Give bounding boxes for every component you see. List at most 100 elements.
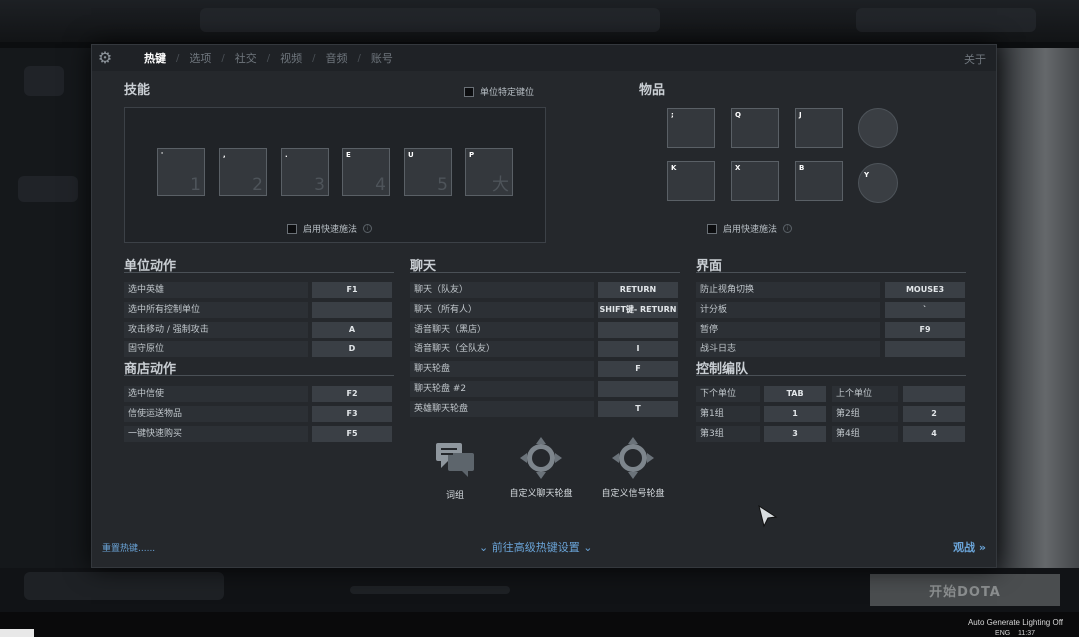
skill-slot-1[interactable]: ' 1 [157, 148, 205, 196]
unit-specific-hotkeys-toggle[interactable]: 单位特定键位 [464, 85, 534, 98]
item-slot-2[interactable]: Q [731, 108, 779, 148]
skill-slot-5[interactable]: U5 [404, 148, 452, 196]
about-link[interactable]: 关于 [964, 51, 986, 67]
item-slot-6[interactable]: B [795, 161, 843, 201]
hotkey-label: 第2组 [832, 406, 898, 422]
item-slot-5[interactable]: X [731, 161, 779, 201]
hotkey-label: 聊天轮盘 [410, 361, 594, 377]
tp-scroll-slot[interactable] [858, 108, 898, 148]
hotkey-key[interactable]: 2 [903, 406, 965, 422]
skill-key: P [469, 151, 475, 159]
background-blob [24, 66, 64, 96]
items-quick-cast-toggle[interactable]: 启用快速施法 i [707, 222, 793, 235]
hotkey-key[interactable]: MOUSE3 [885, 282, 965, 298]
hotkey-key[interactable]: F1 [312, 282, 392, 298]
background-blob [24, 572, 224, 600]
custom-chat-wheel-label: 自定义聊天轮盘 [509, 489, 573, 499]
hotkey-key[interactable]: 3 [764, 426, 826, 442]
hotkey-key[interactable] [598, 381, 678, 397]
tab-options[interactable]: 选项 [179, 50, 221, 66]
reset-hotkeys-link[interactable]: 重置热键...... [102, 541, 155, 554]
phrases-label: 词组 [445, 491, 464, 501]
hotkey-key[interactable]: F5 [312, 426, 392, 442]
items-quick-cast-checkbox[interactable] [707, 223, 717, 234]
hotkey-key[interactable]: RETURN [598, 282, 678, 298]
hotkey-label: 暂停 [696, 322, 880, 338]
hotkey-key[interactable]: A [312, 322, 392, 338]
skill-number: 5 [437, 175, 448, 195]
skill-slot-3[interactable]: .3 [281, 148, 329, 196]
item-slot-3[interactable]: J [795, 108, 843, 148]
skill-number: 3 [314, 175, 325, 195]
neutral-item-key: Y [864, 171, 870, 179]
hotkey-label: 固守原位 [124, 341, 308, 357]
item-key: X [735, 164, 741, 172]
hotkey-key[interactable]: I [598, 341, 678, 357]
section-rule [410, 272, 680, 273]
skills-quick-cast-checkbox[interactable] [287, 223, 297, 234]
hotkey-key[interactable]: F3 [312, 406, 392, 422]
info-icon[interactable]: i [783, 224, 793, 233]
tab-hotkeys[interactable]: 热键 [134, 50, 176, 66]
settings-dialog: ⚙ 热键 / 选项 / 社交 / 视频 / 音频 / 账号 关于 技能 单位特定… [91, 44, 997, 568]
tab-video[interactable]: 视频 [270, 50, 312, 66]
tab-account[interactable]: 账号 [361, 50, 403, 66]
item-slot-4[interactable]: K [667, 161, 715, 201]
hotkey-key[interactable]: SHIFT键- RETURN [598, 302, 678, 318]
skills-title: 技能 [124, 83, 151, 98]
play-dota-button[interactable]: 开始DOTA [870, 574, 1060, 606]
skill-number: 1 [190, 175, 201, 195]
skills-quick-cast-label: 启用快速施法 [303, 225, 358, 235]
gear-icon: ⚙ [97, 48, 113, 67]
skill-number: 4 [375, 175, 386, 195]
skill-number: 2 [252, 175, 263, 195]
phrases-button[interactable]: 词组 [420, 437, 490, 501]
hotkey-key[interactable]: T [598, 401, 678, 417]
chevron-down-icon: ⌄ [583, 541, 593, 554]
item-key: ; [671, 111, 674, 119]
section-rule [124, 375, 394, 376]
neutral-item-slot[interactable]: Y [858, 163, 898, 203]
section-rule [696, 375, 966, 376]
skills-quick-cast-toggle[interactable]: 启用快速施法 i [287, 222, 373, 235]
tab-social[interactable]: 社交 [225, 50, 267, 66]
unit-specific-checkbox[interactable] [464, 86, 474, 97]
hotkey-label: 聊天（所有人） [410, 302, 594, 318]
hotkey-label: 聊天轮盘 #2 [410, 381, 594, 397]
hotkey-key[interactable] [885, 341, 965, 357]
hotkey-key[interactable]: 4 [903, 426, 965, 442]
hotkey-label: 聊天（队友） [410, 282, 594, 298]
hotkey-key[interactable] [903, 386, 965, 402]
hotkey-label: 第4组 [832, 426, 898, 442]
info-icon[interactable]: i [363, 224, 373, 233]
hotkey-key[interactable]: F [598, 361, 678, 377]
tab-audio[interactable]: 音频 [316, 50, 358, 66]
chat-bubble-icon [436, 443, 474, 477]
custom-ping-wheel-button[interactable]: 自定义信号轮盘 [588, 435, 678, 499]
hotkey-key[interactable]: F9 [885, 322, 965, 338]
item-key: Q [735, 111, 741, 119]
hotkey-key[interactable]: F2 [312, 386, 392, 402]
item-key: K [671, 164, 677, 172]
hotkey-key[interactable]: ` [885, 302, 965, 318]
chevron-down-icon: ⌄ [479, 541, 489, 554]
skill-slot-ultimate[interactable]: P大 [465, 148, 513, 196]
taskbar-start[interactable] [0, 629, 34, 637]
hotkey-key[interactable] [312, 302, 392, 318]
hotkey-key[interactable]: D [312, 341, 392, 357]
hotkey-label: 语音聊天（全队友） [410, 341, 594, 357]
hotkey-key[interactable] [598, 322, 678, 338]
item-slot-1[interactable]: ; [667, 108, 715, 148]
hotkey-key[interactable]: 1 [764, 406, 826, 422]
hotkey-label: 第1组 [696, 406, 760, 422]
taskbar-time: 11:37 [1018, 630, 1035, 637]
skill-slot-4[interactable]: E4 [342, 148, 390, 196]
advanced-hotkeys-link[interactable]: ⌄ 前往高级热键设置 ⌄ [479, 539, 592, 555]
spectate-link[interactable]: 观战 » [953, 539, 986, 555]
hotkey-label: 防止视角切换 [696, 282, 880, 298]
tab-list: 热键 / 选项 / 社交 / 视频 / 音频 / 账号 [134, 45, 403, 71]
skill-slot-2[interactable]: ,2 [219, 148, 267, 196]
custom-chat-wheel-button[interactable]: 自定义聊天轮盘 [496, 435, 586, 499]
hotkey-key[interactable]: TAB [764, 386, 826, 402]
hotkey-label: 一键快速购买 [124, 426, 308, 442]
